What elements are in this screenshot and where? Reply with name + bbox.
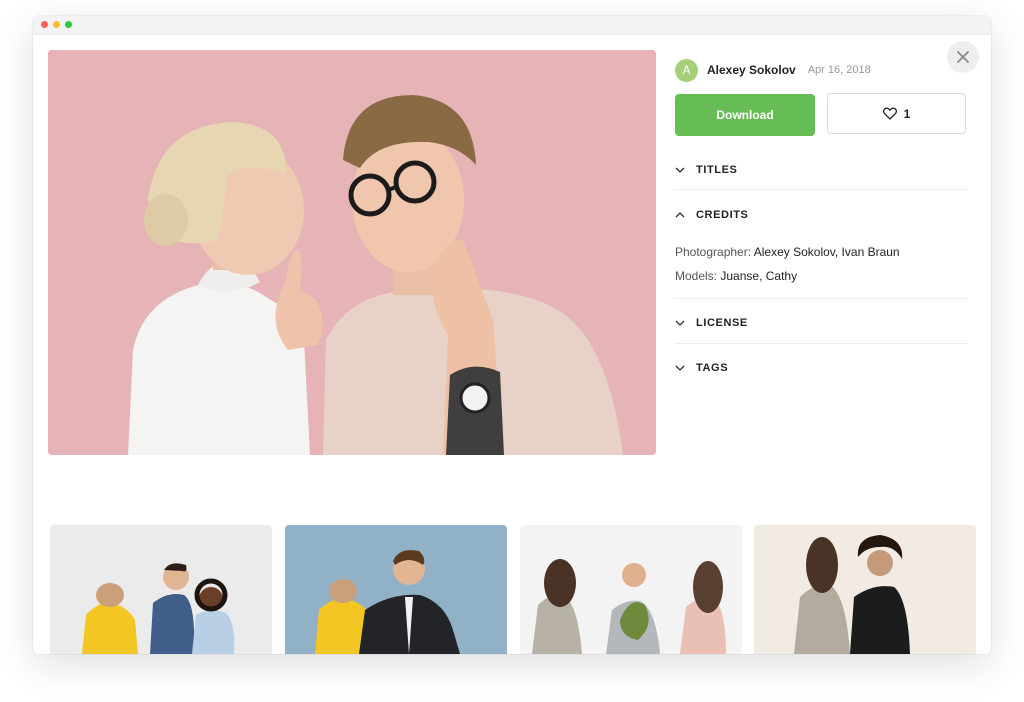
download-button[interactable]: Download — [675, 94, 815, 136]
window-zoom-dot[interactable] — [65, 21, 72, 28]
section-titles-header[interactable]: TITLES — [675, 160, 967, 180]
avatar-initial: A — [682, 63, 691, 77]
chevron-down-icon — [675, 320, 685, 326]
section-tags[interactable]: TAGS — [675, 358, 967, 378]
related-photo-1-illustration — [50, 525, 272, 654]
section-credits-label: CREDITS — [696, 209, 749, 221]
avatar[interactable]: A — [675, 58, 698, 82]
photo-detail-window: A Alexey Sokolov Apr 16, 2018 Download 1… — [33, 16, 991, 654]
chevron-down-icon — [675, 365, 685, 371]
chevron-down-icon — [675, 167, 685, 173]
main-photo[interactable] — [48, 50, 656, 455]
main-photo-illustration — [48, 50, 656, 455]
window-minimize-dot[interactable] — [53, 21, 60, 28]
photo-date: Apr 16, 2018 — [807, 64, 871, 76]
related-photo-4[interactable] — [754, 525, 976, 654]
divider — [675, 298, 967, 299]
chevron-up-icon — [675, 212, 685, 218]
divider — [675, 189, 967, 190]
close-icon — [957, 51, 969, 63]
section-license-label: LICENSE — [696, 317, 748, 329]
author-name[interactable]: Alexey Sokolov — [707, 63, 796, 77]
window-close-dot[interactable] — [41, 21, 48, 28]
related-photo-2[interactable] — [285, 525, 507, 654]
related-photo-2-illustration — [285, 525, 507, 654]
author-row[interactable]: A Alexey Sokolov Apr 16, 2018 — [675, 58, 871, 82]
like-count: 1 — [903, 106, 911, 121]
credit-photographer: Photographer: Alexey Sokolov, Ivan Braun — [675, 245, 900, 259]
photographer-label: Photographer: — [675, 245, 752, 259]
models-label: Models: — [675, 269, 718, 283]
related-photo-3-illustration — [520, 525, 742, 654]
section-credits-header[interactable]: CREDITS — [675, 205, 967, 225]
related-photo-3[interactable] — [520, 525, 742, 654]
section-license[interactable]: LICENSE — [675, 313, 967, 333]
section-titles[interactable]: TITLES — [675, 160, 967, 180]
heart-icon — [882, 107, 897, 120]
section-credits[interactable]: CREDITS — [675, 205, 967, 225]
close-button[interactable] — [947, 41, 979, 73]
window-titlebar — [33, 16, 991, 35]
divider — [675, 343, 967, 344]
section-tags-label: TAGS — [696, 362, 729, 374]
credit-models: Models: Juanse, Cathy — [675, 269, 797, 283]
section-tags-header[interactable]: TAGS — [675, 358, 967, 378]
photographer-value: Alexey Sokolov, Ivan Braun — [753, 245, 900, 259]
related-photo-1[interactable] — [50, 525, 272, 654]
section-license-header[interactable]: LICENSE — [675, 313, 967, 333]
section-titles-label: TITLES — [696, 164, 738, 176]
related-photo-4-illustration — [754, 525, 976, 654]
models-value: Juanse, Cathy — [720, 269, 798, 283]
like-button[interactable]: 1 — [827, 93, 966, 134]
